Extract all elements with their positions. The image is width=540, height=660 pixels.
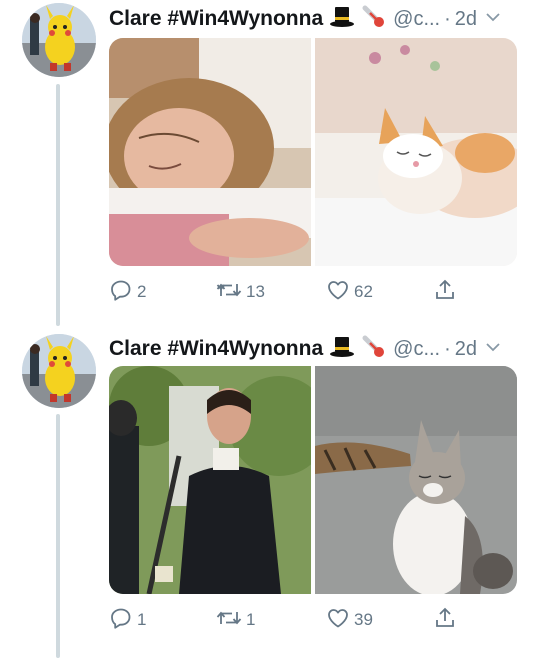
media-image[interactable] <box>109 366 311 594</box>
author-name[interactable]: Clare #Win4Wynonna <box>109 337 323 361</box>
share-icon <box>433 278 457 307</box>
media-grid <box>109 366 517 594</box>
tweet[interactable]: Clare #Win4Wynonna @c... · 2d <box>0 330 540 660</box>
author-name[interactable]: Clare #Win4Wynonna <box>109 7 323 31</box>
reply-count: 1 <box>137 610 147 629</box>
timestamp[interactable]: 2d <box>455 8 477 31</box>
thread-line <box>56 414 60 658</box>
timestamp[interactable]: 2d <box>455 338 477 361</box>
like-button[interactable]: 62 <box>326 278 373 307</box>
top-hat-icon <box>329 5 355 34</box>
share-button[interactable] <box>433 278 457 307</box>
woman-sleeping-photo <box>109 38 311 266</box>
media-image[interactable] <box>315 366 517 594</box>
like-count: 62 <box>354 282 373 301</box>
media-image[interactable] <box>315 38 517 266</box>
period-drama-couple-photo <box>109 366 311 594</box>
avatar[interactable] <box>22 3 96 77</box>
retweet-count: 1 <box>246 610 256 629</box>
tweet-header: Clare #Win4Wynonna @c... · 2d <box>109 335 529 364</box>
retweet-button[interactable]: 1 <box>216 606 255 635</box>
reply-count: 2 <box>137 282 147 301</box>
share-icon <box>433 606 457 635</box>
reply-button[interactable]: 1 <box>109 606 146 635</box>
heart-icon <box>326 606 350 635</box>
retweet-icon <box>216 278 242 307</box>
tweet[interactable]: Clare #Win4Wynonna @c... · 2d <box>0 0 540 330</box>
tweet-actions: 1 1 39 <box>109 606 469 634</box>
media-grid <box>109 38 517 266</box>
like-count: 39 <box>354 610 373 629</box>
tweet-header: Clare #Win4Wynonna @c... · 2d <box>109 5 529 34</box>
retweet-icon <box>216 606 242 635</box>
chevron-down-icon[interactable] <box>485 339 501 360</box>
pikachu-avatar-image <box>22 3 96 77</box>
tweet-actions: 2 13 62 <box>109 278 469 306</box>
separator: · <box>444 337 451 360</box>
handle[interactable]: @c... <box>393 8 440 31</box>
media-image[interactable] <box>109 38 311 266</box>
share-button[interactable] <box>433 606 457 635</box>
thread-line <box>56 84 60 326</box>
thermometer-icon <box>361 5 387 34</box>
avatar[interactable] <box>22 334 96 408</box>
thermometer-icon <box>361 335 387 364</box>
reply-icon <box>109 278 133 307</box>
pikachu-avatar-image <box>22 334 96 408</box>
handle[interactable]: @c... <box>393 338 440 361</box>
reply-button[interactable]: 2 <box>109 278 146 307</box>
chevron-down-icon[interactable] <box>485 9 501 30</box>
top-hat-icon <box>329 335 355 364</box>
like-button[interactable]: 39 <box>326 606 373 635</box>
retweet-count: 13 <box>246 282 265 301</box>
reply-icon <box>109 606 133 635</box>
cat-sleeping-photo <box>315 38 517 266</box>
retweet-button[interactable]: 13 <box>216 278 265 307</box>
separator: · <box>444 7 451 30</box>
cat-paw-on-head-photo <box>315 366 517 594</box>
heart-icon <box>326 278 350 307</box>
